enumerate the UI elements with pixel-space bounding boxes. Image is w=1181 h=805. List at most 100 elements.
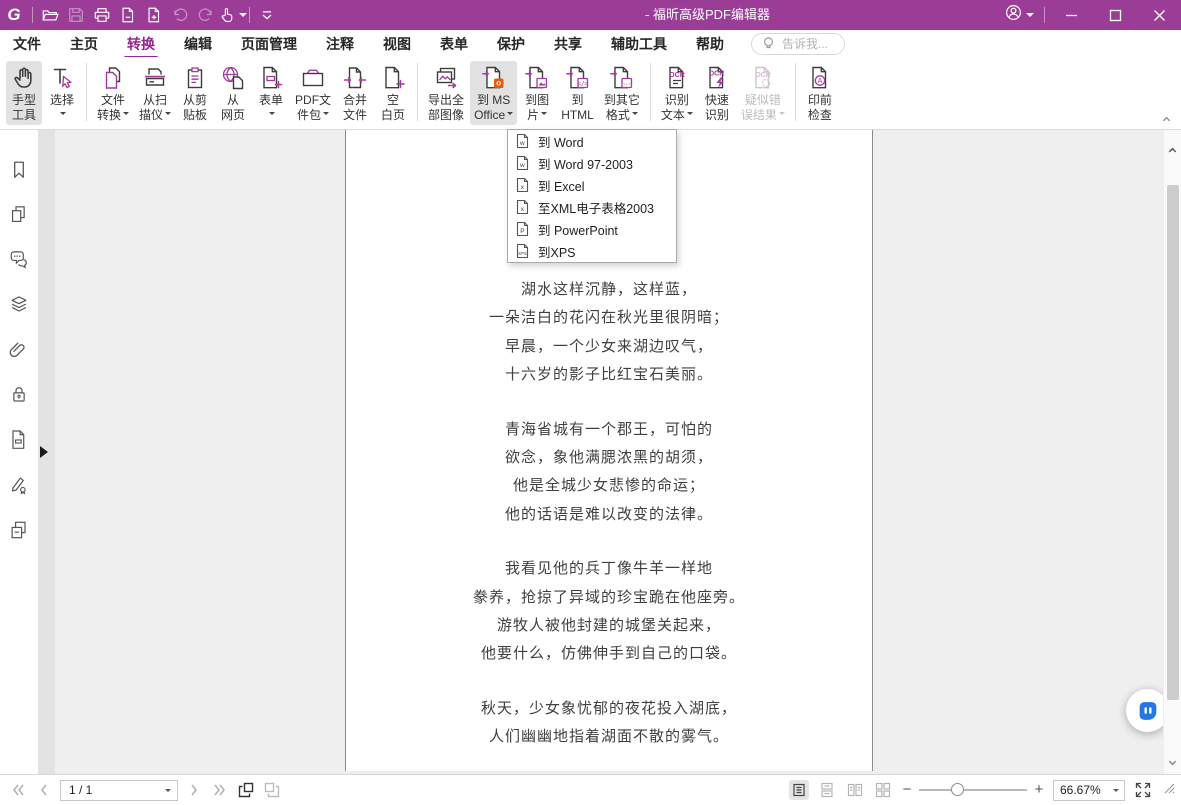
to-image-icon [523, 64, 551, 92]
continuous-view-button[interactable] [817, 780, 837, 800]
toolbar-button-label: 从剪 [183, 93, 207, 108]
close-button[interactable] [1137, 0, 1181, 30]
toolbar-hand-tool-button[interactable]: 手型工具 [6, 61, 42, 125]
expand-arrow-icon [40, 446, 54, 458]
toolbar-convert-file-button[interactable]: 文件转换 [93, 61, 133, 125]
facing-view-button[interactable] [845, 780, 865, 800]
menu-item-label: 到 Excel [538, 176, 585, 195]
zoom-level-box[interactable]: 66.67% [1053, 780, 1125, 801]
toolbar-form-create-button[interactable]: 表单 [253, 61, 289, 125]
menu-item-to-xml-spreadsheet-2003[interactable]: x至XML电子表格2003 [508, 196, 676, 218]
next-view-button[interactable] [262, 780, 282, 800]
toolbar-button-label: PDF文 [295, 93, 331, 108]
toolbar-ocr-quick-button[interactable]: OCR快速识别 [699, 61, 735, 125]
panel-expand-handle[interactable] [40, 444, 52, 460]
dropdown-caret-icon [507, 112, 513, 118]
sidebar-panel-pages-button[interactable] [7, 203, 31, 227]
toolbar-select-tool-button[interactable]: 选择 [44, 61, 80, 125]
menu-item-to-powerpoint[interactable]: P到 PowerPoint [508, 218, 676, 240]
fullscreen-button[interactable] [1133, 780, 1153, 800]
tab-help[interactable]: 帮助 [695, 32, 725, 56]
tab-accessibility[interactable]: 辅助工具 [610, 32, 668, 56]
scrollbar-thumb[interactable] [1167, 185, 1179, 700]
minimize-button[interactable] [1049, 0, 1093, 30]
toolbar-button-label: 到 MS [477, 93, 510, 108]
tell-me-box[interactable] [751, 33, 845, 55]
zoom-slider-track[interactable] [919, 789, 1027, 791]
last-page-button[interactable] [210, 780, 230, 800]
sidebar-panel-attachments-button[interactable] [7, 338, 31, 362]
toolbar-button-label: 空 [387, 93, 399, 108]
zoom-out-button[interactable]: − [901, 784, 913, 796]
toolbar-to-ms-office-button[interactable]: o到 MSOffice [470, 61, 517, 125]
toolbar-export-all-images-button[interactable]: 导出全部图像 [424, 61, 468, 125]
tab-form[interactable]: 表单 [439, 32, 469, 56]
menu-item-to-word-97-2003[interactable]: w到 Word 97-2003 [508, 152, 676, 174]
sidebar-panel-bookmarks-button[interactable] [7, 158, 31, 182]
zoom-slider-knob[interactable] [951, 783, 964, 796]
continuous-facing-view-button[interactable] [873, 780, 893, 800]
account-button[interactable] [1004, 3, 1034, 27]
toolbar-to-other-format-button[interactable]: ...到其它格式 [600, 61, 644, 125]
single-page-view-button[interactable] [789, 780, 809, 800]
extract-page-icon [119, 6, 137, 24]
zoom-in-button[interactable]: + [1033, 784, 1045, 796]
poem-line: 人们幽幽地指着湖面不散的雾气。 [346, 722, 872, 750]
print-button[interactable] [89, 3, 115, 27]
next-page-button[interactable] [184, 780, 204, 800]
sidebar-panel-signatures-button[interactable] [7, 473, 31, 497]
extract-page-button[interactable] [115, 3, 141, 27]
menu-item-to-xps[interactable]: XPS到XPS [508, 240, 676, 262]
tab-home[interactable]: 主页 [69, 32, 99, 56]
open-button[interactable] [37, 3, 63, 27]
toolbar-ocr-recognize-text-button[interactable]: OCR识别文本 [657, 61, 697, 125]
page-number-value: 1 / 1 [69, 783, 92, 797]
page-number-box[interactable]: 1 / 1 [60, 780, 178, 801]
poem-stanza: 秋天，少女象忧郁的夜花投入湖底，人们幽幽地指着湖面不散的雾气。 [346, 694, 872, 751]
tab-edit[interactable]: 编辑 [183, 32, 213, 56]
sidebar-panel-comments-button[interactable] [7, 248, 31, 272]
sidebar-panel-linked-files-button[interactable] [7, 518, 31, 542]
previous-view-button[interactable] [236, 780, 256, 800]
toolbar-pdf-portfolio-button[interactable]: PDF文件包 [291, 61, 335, 125]
tab-view[interactable]: 视图 [382, 32, 412, 56]
toolbar-to-image-button[interactable]: 到图片 [519, 61, 555, 125]
tab-share[interactable]: 共享 [553, 32, 583, 56]
customize-quick-access-button[interactable] [254, 3, 280, 27]
previous-page-button[interactable] [34, 780, 54, 800]
toolbar-preflight-button[interactable]: A印前检查 [802, 61, 838, 125]
file-excel-icon: x [515, 177, 530, 193]
toolbar-to-html-button[interactable]: </>到HTML [557, 61, 598, 125]
scroll-down-button[interactable] [1164, 754, 1181, 770]
toolbar-from-webpage-button[interactable]: 从网页 [215, 61, 251, 125]
resize-grip[interactable] [1163, 781, 1175, 799]
sidebar-panel-security-button[interactable] [7, 383, 31, 407]
tab-convert[interactable]: 转换 [126, 32, 156, 56]
tab-organize[interactable]: 页面管理 [240, 32, 298, 56]
toolbar-button-label: 文件 [101, 93, 125, 108]
to-other-icon: ... [608, 64, 636, 92]
vertical-scrollbar[interactable] [1163, 130, 1181, 774]
sidebar-panel-fields-button[interactable] [7, 428, 31, 452]
poem-line: 游牧人被他封建的城堡关起来， [346, 611, 872, 639]
tab-comment[interactable]: 注释 [325, 32, 355, 56]
form-icon [257, 64, 285, 92]
tell-me-input[interactable] [782, 37, 842, 51]
toolbar-blank-page-button[interactable]: 空白页 [375, 61, 411, 125]
toolbar-combine-files-button[interactable]: 合并文件 [337, 61, 373, 125]
toolbar-from-scanner-button[interactable]: 从扫描仪 [135, 61, 175, 125]
touch-mode-button[interactable] [219, 3, 245, 27]
sidebar-panel-layers-button[interactable] [7, 293, 31, 317]
insert-page-button[interactable] [141, 3, 167, 27]
ribbon-tabs: 文件 主页 转换 编辑 页面管理 注释 视图 表单 保护 共享 辅助工具 帮助 [0, 32, 725, 56]
toolbar-from-clipboard-button[interactable]: 从剪贴板 [177, 61, 213, 125]
first-page-button[interactable] [8, 780, 28, 800]
tab-protect[interactable]: 保护 [496, 32, 526, 56]
menu-item-to-excel[interactable]: x 到 Excel [508, 174, 676, 196]
window-controls [1004, 0, 1181, 30]
scroll-up-button[interactable] [1164, 142, 1181, 158]
collapse-ribbon-button[interactable] [1157, 112, 1175, 126]
tab-file[interactable]: 文件 [12, 32, 42, 56]
menu-item-to-word[interactable]: w到 Word [508, 130, 676, 152]
maximize-button[interactable] [1093, 0, 1137, 30]
